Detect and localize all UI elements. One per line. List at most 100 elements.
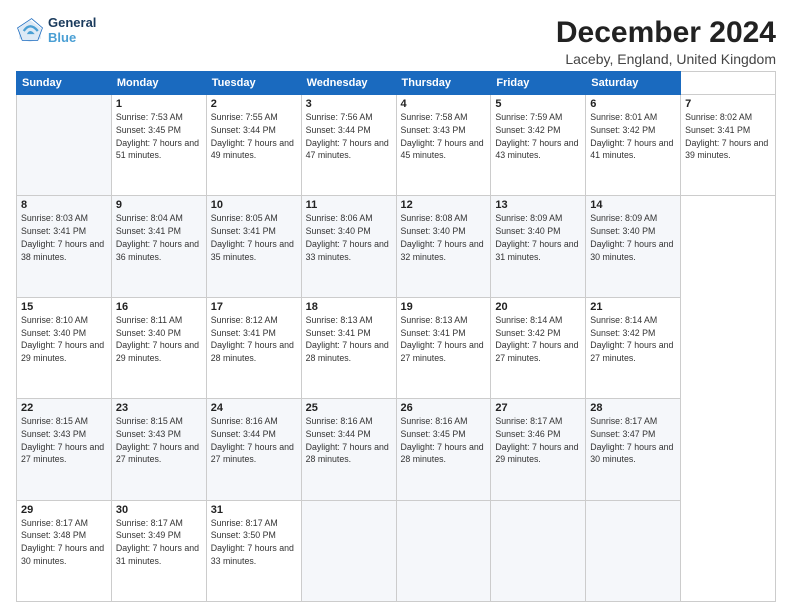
- calendar-week-1: 1Sunrise: 7:53 AMSunset: 3:45 PMDaylight…: [17, 95, 776, 196]
- day-info: Sunrise: 8:13 AMSunset: 3:41 PMDaylight:…: [306, 314, 392, 365]
- day-info: Sunrise: 8:12 AMSunset: 3:41 PMDaylight:…: [211, 314, 297, 365]
- day-number: 18: [306, 301, 392, 313]
- day-header-thursday: Thursday: [396, 72, 491, 95]
- day-info: Sunrise: 8:08 AMSunset: 3:40 PMDaylight:…: [401, 212, 487, 263]
- calendar-cell: 30Sunrise: 8:17 AMSunset: 3:49 PMDayligh…: [111, 500, 206, 601]
- day-number: 25: [306, 402, 392, 414]
- calendar-cell: 17Sunrise: 8:12 AMSunset: 3:41 PMDayligh…: [206, 297, 301, 398]
- day-header-friday: Friday: [491, 72, 586, 95]
- calendar-cell: 11Sunrise: 8:06 AMSunset: 3:40 PMDayligh…: [301, 196, 396, 297]
- calendar-cell: 8Sunrise: 8:03 AMSunset: 3:41 PMDaylight…: [17, 196, 112, 297]
- day-info: Sunrise: 8:15 AMSunset: 3:43 PMDaylight:…: [116, 415, 202, 466]
- location: Laceby, England, United Kingdom: [556, 51, 776, 67]
- calendar-cell: 4Sunrise: 7:58 AMSunset: 3:43 PMDaylight…: [396, 95, 491, 196]
- day-number: 8: [21, 199, 107, 211]
- day-number: 16: [116, 301, 202, 313]
- calendar-cell: 14Sunrise: 8:09 AMSunset: 3:40 PMDayligh…: [586, 196, 681, 297]
- day-number: 12: [401, 199, 487, 211]
- calendar-cell: 21Sunrise: 8:14 AMSunset: 3:42 PMDayligh…: [586, 297, 681, 398]
- calendar-cell: 23Sunrise: 8:15 AMSunset: 3:43 PMDayligh…: [111, 399, 206, 500]
- day-info: Sunrise: 8:17 AMSunset: 3:49 PMDaylight:…: [116, 517, 202, 568]
- calendar-cell: 26Sunrise: 8:16 AMSunset: 3:45 PMDayligh…: [396, 399, 491, 500]
- day-header-sunday: Sunday: [17, 72, 112, 95]
- calendar-cell: 6Sunrise: 8:01 AMSunset: 3:42 PMDaylight…: [586, 95, 681, 196]
- day-number: 23: [116, 402, 202, 414]
- day-info: Sunrise: 8:09 AMSunset: 3:40 PMDaylight:…: [495, 212, 581, 263]
- day-number: 20: [495, 301, 581, 313]
- calendar-cell: 13Sunrise: 8:09 AMSunset: 3:40 PMDayligh…: [491, 196, 586, 297]
- calendar-cell: [396, 500, 491, 601]
- day-info: Sunrise: 8:06 AMSunset: 3:40 PMDaylight:…: [306, 212, 392, 263]
- day-number: 3: [306, 98, 392, 110]
- day-number: 1: [116, 98, 202, 110]
- day-number: 26: [401, 402, 487, 414]
- day-info: Sunrise: 7:56 AMSunset: 3:44 PMDaylight:…: [306, 111, 392, 162]
- calendar-week-3: 15Sunrise: 8:10 AMSunset: 3:40 PMDayligh…: [17, 297, 776, 398]
- day-number: 10: [211, 199, 297, 211]
- day-info: Sunrise: 7:53 AMSunset: 3:45 PMDaylight:…: [116, 111, 202, 162]
- day-header-wednesday: Wednesday: [301, 72, 396, 95]
- day-number: 27: [495, 402, 581, 414]
- day-number: 6: [590, 98, 676, 110]
- day-info: Sunrise: 8:10 AMSunset: 3:40 PMDaylight:…: [21, 314, 107, 365]
- calendar-week-4: 22Sunrise: 8:15 AMSunset: 3:43 PMDayligh…: [17, 399, 776, 500]
- day-info: Sunrise: 8:17 AMSunset: 3:46 PMDaylight:…: [495, 415, 581, 466]
- day-number: 21: [590, 301, 676, 313]
- day-number: 13: [495, 199, 581, 211]
- day-number: 30: [116, 504, 202, 516]
- calendar-cell: 19Sunrise: 8:13 AMSunset: 3:41 PMDayligh…: [396, 297, 491, 398]
- day-number: 11: [306, 199, 392, 211]
- day-info: Sunrise: 8:01 AMSunset: 3:42 PMDaylight:…: [590, 111, 676, 162]
- calendar-cell: 29Sunrise: 8:17 AMSunset: 3:48 PMDayligh…: [17, 500, 112, 601]
- day-info: Sunrise: 7:58 AMSunset: 3:43 PMDaylight:…: [401, 111, 487, 162]
- day-info: Sunrise: 8:14 AMSunset: 3:42 PMDaylight:…: [495, 314, 581, 365]
- day-number: 5: [495, 98, 581, 110]
- day-info: Sunrise: 8:17 AMSunset: 3:50 PMDaylight:…: [211, 517, 297, 568]
- day-number: 17: [211, 301, 297, 313]
- calendar-cell: 7Sunrise: 8:02 AMSunset: 3:41 PMDaylight…: [681, 95, 776, 196]
- calendar-cell: 25Sunrise: 8:16 AMSunset: 3:44 PMDayligh…: [301, 399, 396, 500]
- day-info: Sunrise: 8:15 AMSunset: 3:43 PMDaylight:…: [21, 415, 107, 466]
- day-info: Sunrise: 8:16 AMSunset: 3:45 PMDaylight:…: [401, 415, 487, 466]
- day-number: 7: [685, 98, 771, 110]
- calendar-cell: 18Sunrise: 8:13 AMSunset: 3:41 PMDayligh…: [301, 297, 396, 398]
- calendar-cell: 24Sunrise: 8:16 AMSunset: 3:44 PMDayligh…: [206, 399, 301, 500]
- calendar-cell: 10Sunrise: 8:05 AMSunset: 3:41 PMDayligh…: [206, 196, 301, 297]
- page: General Blue December 2024 Laceby, Engla…: [0, 0, 792, 612]
- day-info: Sunrise: 8:17 AMSunset: 3:48 PMDaylight:…: [21, 517, 107, 568]
- day-number: 31: [211, 504, 297, 516]
- calendar-week-2: 8Sunrise: 8:03 AMSunset: 3:41 PMDaylight…: [17, 196, 776, 297]
- month-title: December 2024: [556, 16, 776, 50]
- day-number: 15: [21, 301, 107, 313]
- calendar-cell: 12Sunrise: 8:08 AMSunset: 3:40 PMDayligh…: [396, 196, 491, 297]
- calendar-cell: 9Sunrise: 8:04 AMSunset: 3:41 PMDaylight…: [111, 196, 206, 297]
- calendar-cell: 15Sunrise: 8:10 AMSunset: 3:40 PMDayligh…: [17, 297, 112, 398]
- day-info: Sunrise: 8:02 AMSunset: 3:41 PMDaylight:…: [685, 111, 771, 162]
- header: General Blue December 2024 Laceby, Engla…: [16, 16, 776, 67]
- calendar-header-row: SundayMondayTuesdayWednesdayThursdayFrid…: [17, 72, 776, 95]
- day-number: 19: [401, 301, 487, 313]
- day-number: 22: [21, 402, 107, 414]
- day-info: Sunrise: 8:03 AMSunset: 3:41 PMDaylight:…: [21, 212, 107, 263]
- day-header-monday: Monday: [111, 72, 206, 95]
- day-number: 14: [590, 199, 676, 211]
- calendar-cell: 3Sunrise: 7:56 AMSunset: 3:44 PMDaylight…: [301, 95, 396, 196]
- day-info: Sunrise: 8:14 AMSunset: 3:42 PMDaylight:…: [590, 314, 676, 365]
- calendar-week-5: 29Sunrise: 8:17 AMSunset: 3:48 PMDayligh…: [17, 500, 776, 601]
- calendar-cell: 5Sunrise: 7:59 AMSunset: 3:42 PMDaylight…: [491, 95, 586, 196]
- day-number: 2: [211, 98, 297, 110]
- calendar-cell: 31Sunrise: 8:17 AMSunset: 3:50 PMDayligh…: [206, 500, 301, 601]
- day-info: Sunrise: 8:16 AMSunset: 3:44 PMDaylight:…: [306, 415, 392, 466]
- calendar-cell: [17, 95, 112, 196]
- day-number: 29: [21, 504, 107, 516]
- day-info: Sunrise: 8:16 AMSunset: 3:44 PMDaylight:…: [211, 415, 297, 466]
- logo-icon: [16, 17, 44, 45]
- title-block: December 2024 Laceby, England, United Ki…: [556, 16, 776, 67]
- day-header-saturday: Saturday: [586, 72, 681, 95]
- calendar-cell: 16Sunrise: 8:11 AMSunset: 3:40 PMDayligh…: [111, 297, 206, 398]
- calendar-cell: [586, 500, 681, 601]
- calendar-cell: 22Sunrise: 8:15 AMSunset: 3:43 PMDayligh…: [17, 399, 112, 500]
- calendar-cell: 2Sunrise: 7:55 AMSunset: 3:44 PMDaylight…: [206, 95, 301, 196]
- day-number: 24: [211, 402, 297, 414]
- calendar-cell: [491, 500, 586, 601]
